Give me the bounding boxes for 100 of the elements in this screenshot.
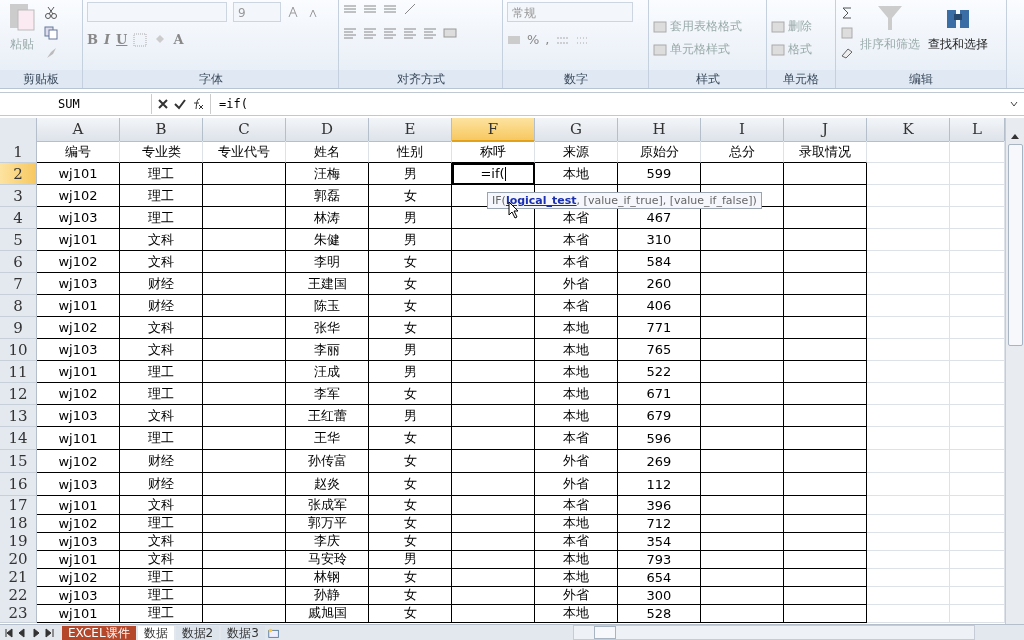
table-cell: 本地 bbox=[535, 550, 618, 569]
function-icon[interactable] bbox=[191, 98, 205, 110]
table-cell: wj101 bbox=[37, 295, 120, 317]
brush-icon[interactable] bbox=[44, 46, 58, 60]
row-header[interactable]: 3 bbox=[0, 185, 37, 207]
vertical-scrollbar[interactable] bbox=[1005, 118, 1024, 624]
merge-icon[interactable] bbox=[443, 26, 457, 40]
scroll-up-icon[interactable] bbox=[1010, 132, 1020, 140]
sheet-tab[interactable]: EXCEL课件 bbox=[62, 626, 136, 640]
table-cell: 理工 bbox=[120, 514, 203, 533]
editing-cell[interactable]: =if( bbox=[452, 163, 535, 185]
table-cell: 财经 bbox=[120, 295, 203, 317]
cancel-icon[interactable] bbox=[157, 98, 169, 110]
table-cell: 汪梅 bbox=[286, 163, 369, 185]
table-cell: 孙静 bbox=[286, 586, 369, 605]
table-cell: 599 bbox=[618, 163, 701, 185]
table-cell: 赵炎 bbox=[286, 473, 369, 496]
table-cell: 354 bbox=[618, 532, 701, 551]
table-cell: 文科 bbox=[120, 496, 203, 515]
row-header[interactable]: 8 bbox=[0, 295, 37, 317]
table-cell: wj103 bbox=[37, 207, 120, 229]
copy-icon[interactable] bbox=[44, 26, 58, 40]
scissors-icon[interactable] bbox=[44, 6, 58, 20]
orientation-icon[interactable] bbox=[403, 2, 417, 16]
row-header[interactable]: 7 bbox=[0, 273, 37, 295]
row-header[interactable]: 6 bbox=[0, 251, 37, 273]
horizontal-scrollbar[interactable] bbox=[572, 625, 975, 640]
align-icon[interactable] bbox=[363, 2, 377, 16]
row-header[interactable]: 10 bbox=[0, 339, 37, 361]
group-label: 样式 bbox=[649, 70, 766, 88]
name-box[interactable]: SUM bbox=[0, 94, 152, 114]
column-header[interactable]: D bbox=[286, 118, 369, 142]
table-cell: wj102 bbox=[37, 383, 120, 405]
align-icon[interactable] bbox=[383, 26, 397, 40]
sheet-tab[interactable]: 数据3 bbox=[221, 626, 265, 640]
column-header[interactable]: E bbox=[369, 118, 452, 142]
table-icon bbox=[771, 19, 785, 34]
row-header[interactable]: 15 bbox=[0, 450, 37, 473]
table-cell: wj101 bbox=[37, 427, 120, 450]
column-header[interactable]: G bbox=[535, 118, 618, 142]
fill-icon[interactable] bbox=[840, 26, 854, 40]
row-header[interactable]: 4 bbox=[0, 207, 37, 229]
group-label: 编辑 bbox=[836, 70, 1006, 88]
row-header[interactable]: 14 bbox=[0, 427, 37, 450]
align-icon[interactable] bbox=[383, 2, 397, 16]
table-cell: 林涛 bbox=[286, 207, 369, 229]
table-cell: 女 bbox=[369, 586, 452, 605]
table-cell: 录取情况 bbox=[784, 141, 867, 163]
table-cell: 外省 bbox=[535, 586, 618, 605]
align-icon[interactable] bbox=[343, 2, 357, 16]
border-icon[interactable] bbox=[133, 32, 148, 47]
column-header[interactable]: C bbox=[203, 118, 286, 142]
row-header[interactable]: 16 bbox=[0, 473, 37, 496]
table-cell: 本省 bbox=[535, 295, 618, 317]
select-all-corner[interactable] bbox=[0, 118, 37, 142]
align-icon[interactable] bbox=[403, 26, 417, 40]
check-icon[interactable] bbox=[174, 98, 186, 110]
table-cell: 理工 bbox=[120, 163, 203, 185]
align-icon[interactable] bbox=[423, 26, 437, 40]
argument-link[interactable]: logical_test bbox=[505, 194, 577, 207]
table-cell: 女 bbox=[369, 383, 452, 405]
formula-field[interactable]: =if( bbox=[210, 94, 1003, 114]
eraser-icon[interactable] bbox=[840, 46, 854, 60]
table-cell: 269 bbox=[618, 450, 701, 473]
table-cell: 理工 bbox=[120, 185, 203, 207]
row-header[interactable]: 11 bbox=[0, 361, 37, 383]
table-cell: 理工 bbox=[120, 586, 203, 605]
row-header[interactable]: 5 bbox=[0, 229, 37, 251]
table-cell: 李军 bbox=[286, 383, 369, 405]
table-cell: 戚旭国 bbox=[286, 604, 369, 623]
column-header[interactable]: I bbox=[701, 118, 784, 142]
row-header[interactable]: 13 bbox=[0, 405, 37, 427]
row-header[interactable]: 9 bbox=[0, 317, 37, 339]
table-cell: 396 bbox=[618, 496, 701, 515]
column-header[interactable]: A bbox=[37, 118, 120, 142]
row-header[interactable]: 12 bbox=[0, 383, 37, 405]
align-icon[interactable] bbox=[363, 26, 377, 40]
row-header[interactable]: 23 bbox=[0, 604, 37, 623]
column-header[interactable]: H bbox=[618, 118, 701, 142]
table-cell: 679 bbox=[618, 405, 701, 427]
sheet-tab[interactable]: 数据 bbox=[137, 626, 174, 640]
ribbon-button[interactable]: 查找和选择 bbox=[926, 2, 990, 60]
column-header[interactable]: L bbox=[950, 118, 1005, 142]
table-cell: wj103 bbox=[37, 339, 120, 361]
table-cell: 理工 bbox=[120, 427, 203, 450]
table-cell: 596 bbox=[618, 427, 701, 450]
align-icon[interactable] bbox=[343, 26, 357, 40]
table-cell: 文科 bbox=[120, 532, 203, 551]
sum-icon[interactable] bbox=[840, 6, 854, 20]
column-header[interactable]: J bbox=[784, 118, 867, 142]
font-name-field[interactable] bbox=[87, 2, 227, 22]
row-header[interactable]: 1 bbox=[0, 141, 37, 163]
new-sheet-icon[interactable] bbox=[266, 626, 281, 640]
table-cell: 女 bbox=[369, 473, 452, 496]
column-header[interactable]: K bbox=[867, 118, 950, 142]
row-header[interactable]: 2 bbox=[0, 163, 37, 185]
sheet-tab[interactable]: 数据2 bbox=[175, 626, 220, 640]
column-header[interactable]: B bbox=[120, 118, 203, 142]
table-cell: wj102 bbox=[37, 251, 120, 273]
column-header[interactable]: F bbox=[452, 118, 535, 142]
